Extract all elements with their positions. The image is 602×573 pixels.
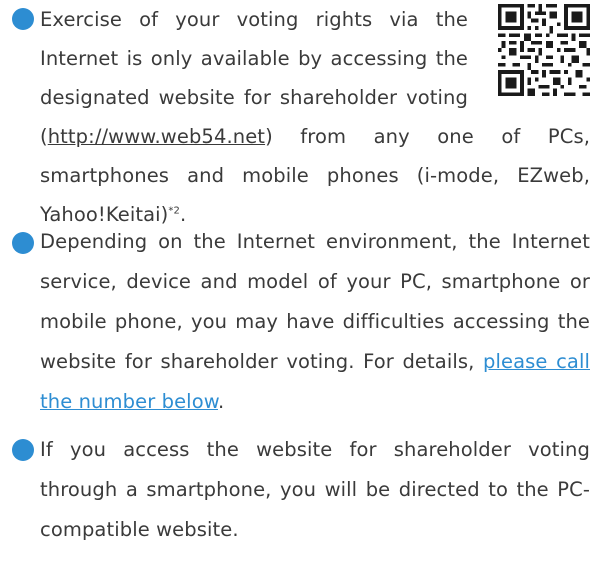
qr-code-icon[interactable]	[498, 4, 590, 96]
note-internet-voting: Exercise of your voting rights via the I…	[0, 0, 602, 226]
bullet-circle-icon	[12, 439, 34, 461]
note-text-end: .	[218, 390, 225, 413]
note-smartphone-redirect: If you access the website for shareholde…	[0, 430, 602, 550]
note-text: Depending on the Internet environment, t…	[40, 222, 590, 422]
note-access-difficulties: Depending on the Internet environment, t…	[0, 222, 602, 430]
voting-website-link[interactable]: http://www.web54.net	[48, 125, 265, 148]
note-text: If you access the website for shareholde…	[40, 438, 590, 541]
footnote-marker: *2	[168, 205, 180, 217]
bullet-circle-icon	[12, 8, 34, 30]
notes-list: Exercise of your voting rights via the I…	[0, 0, 602, 550]
bullet-circle-icon	[12, 232, 34, 254]
